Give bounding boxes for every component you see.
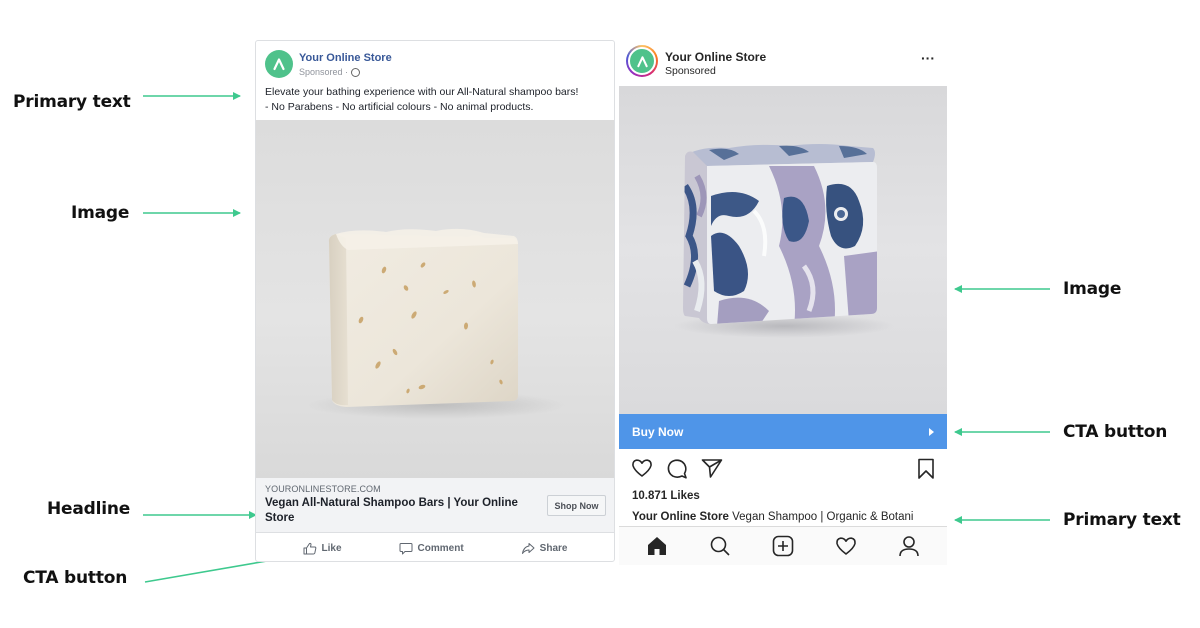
more-options-icon[interactable]: ··· [921, 50, 935, 66]
marbled-soap-bar-image [674, 144, 894, 338]
ig-account-avatar [628, 47, 656, 75]
annotation-image-right: Image [1063, 279, 1122, 299]
fb-page-name[interactable]: Your Online Store [299, 52, 392, 64]
fb-ad-header: Your Online Store Sponsored · [256, 41, 614, 78]
ig-caption: Your Online Store Vegan Shampoo | Organi… [632, 511, 942, 523]
brand-logo-icon [636, 55, 648, 67]
share-icon [521, 542, 535, 554]
comment-icon [399, 542, 413, 554]
fb-ad-image[interactable] [256, 120, 614, 478]
globe-icon [351, 67, 361, 77]
add-post-icon[interactable] [772, 535, 794, 557]
annotation-primary-text: Primary text [13, 92, 131, 112]
annotation-headline: Headline [47, 499, 131, 519]
ig-buy-now-button[interactable]: Buy Now [619, 414, 947, 449]
heart-icon[interactable] [631, 458, 653, 478]
ig-story-ring[interactable] [626, 45, 658, 77]
fb-share-label: Share [539, 542, 568, 554]
white-soap-bar-image [306, 228, 566, 419]
annotation-cta-button-right: CTA button [1063, 422, 1168, 442]
fb-page-avatar[interactable] [265, 50, 293, 78]
profile-icon[interactable] [898, 535, 920, 557]
fb-comment-label: Comment [417, 542, 464, 554]
fb-primary-text-line-2: - No Parabens - No artificial colours - … [265, 101, 534, 113]
fb-link-preview[interactable]: YOURONLINESTORE.COM Vegan All-Natural Sh… [256, 478, 614, 533]
activity-heart-icon[interactable] [835, 536, 857, 556]
annotation-cta-button: CTA button [23, 568, 128, 588]
bookmark-icon[interactable] [917, 458, 935, 480]
comment-icon[interactable] [666, 458, 688, 480]
ig-bottom-nav [619, 526, 947, 565]
search-icon[interactable] [709, 535, 731, 557]
fb-like-button[interactable]: Like [303, 542, 342, 555]
fb-shop-now-button[interactable]: Shop Now [547, 495, 606, 516]
fb-sponsored-label: Sponsored · [299, 67, 361, 77]
fb-action-bar: Like Comment Share [256, 534, 614, 561]
chevron-right-icon [929, 427, 934, 436]
ig-caption-username[interactable]: Your Online Store [632, 511, 729, 523]
annotation-primary-text-right: Primary text [1063, 510, 1181, 530]
brand-logo-icon [273, 58, 285, 71]
fb-link-domain: YOURONLINESTORE.COM [265, 484, 381, 494]
thumbs-up-icon [303, 542, 316, 554]
ig-account-name[interactable]: Your Online Store [665, 50, 766, 64]
ig-buy-now-label: Buy Now [632, 424, 684, 439]
fb-like-label: Like [321, 542, 342, 554]
annotation-image: Image [71, 203, 130, 223]
fb-comment-button[interactable]: Comment [399, 542, 464, 555]
fb-headline[interactable]: Vegan All-Natural Shampoo Bars | Your On… [265, 496, 535, 526]
ig-caption-text: Vegan Shampoo | Organic & Botani [728, 511, 914, 523]
ig-ad-image[interactable] [619, 86, 947, 414]
ig-ad-header: Your Online Store Sponsored ··· [619, 40, 947, 86]
ig-likes-count[interactable]: 10.871 Likes [632, 490, 700, 502]
ig-sponsored-label: Sponsored [665, 65, 716, 77]
ig-action-bar [619, 456, 947, 482]
instagram-ad-card: Your Online Store Sponsored ··· Buy Now … [619, 40, 947, 565]
home-icon[interactable] [646, 535, 668, 557]
fb-sponsored-text: Sponsored · [299, 67, 349, 77]
fb-primary-text: Elevate your bathing experience with our… [265, 85, 578, 115]
send-icon[interactable] [701, 458, 723, 478]
fb-primary-text-line-1: Elevate your bathing experience with our… [265, 86, 579, 98]
facebook-ad-card: Your Online Store Sponsored · Elevate yo… [255, 40, 615, 562]
fb-share-button[interactable]: Share [521, 542, 568, 555]
